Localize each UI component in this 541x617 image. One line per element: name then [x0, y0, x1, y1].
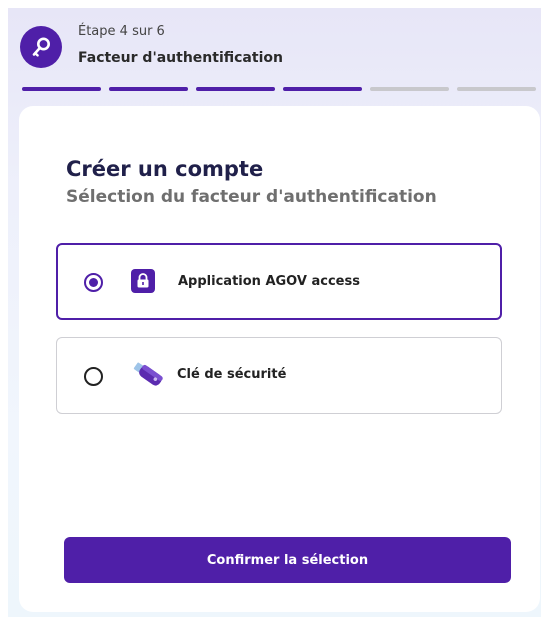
progress-segment — [283, 87, 362, 91]
progress-segment — [109, 87, 188, 91]
progress-bar — [22, 87, 541, 91]
progress-segment — [22, 87, 101, 91]
form-card: Créer un compte Sélection du facteur d'a… — [19, 106, 540, 612]
option-label: Application AGOV access — [178, 274, 360, 289]
option-security-key[interactable]: Clé de sécurité — [56, 337, 502, 414]
page-subtitle: Sélection du facteur d'authentification — [66, 187, 437, 207]
option-agov-app[interactable]: Application AGOV access — [56, 243, 502, 320]
page-frame: Étape 4 sur 6 Facteur d'authentification… — [8, 8, 541, 617]
key-icon — [20, 26, 62, 68]
radio-button[interactable] — [84, 367, 103, 386]
step-title: Facteur d'authentification — [78, 50, 283, 66]
step-counter: Étape 4 sur 6 — [78, 24, 165, 39]
radio-button-selected[interactable] — [84, 273, 103, 292]
page-title: Créer un compte — [66, 157, 264, 181]
confirm-selection-button[interactable]: Confirmer la sélection — [64, 537, 511, 583]
lock-app-icon — [131, 269, 155, 297]
progress-segment — [196, 87, 275, 91]
option-label: Clé de sécurité — [177, 367, 287, 382]
usb-key-icon — [130, 358, 166, 394]
progress-segment — [370, 87, 449, 91]
progress-segment — [457, 87, 536, 91]
